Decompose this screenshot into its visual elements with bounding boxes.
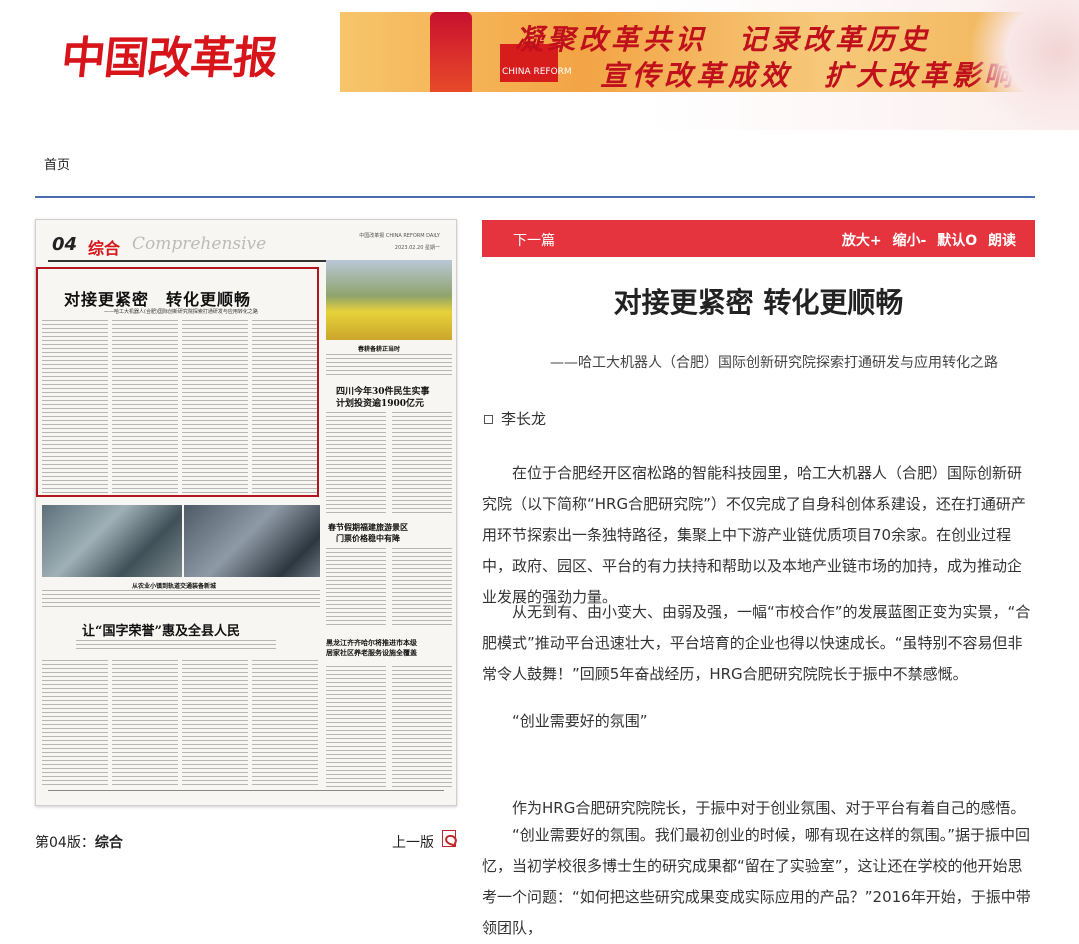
paper-photo-factory-1 bbox=[42, 505, 182, 577]
article-paragraph: “创业需要好的氛围。我们最初创业的时候，哪有现在这样的氛围。”据于振中回忆，当初… bbox=[482, 826, 1031, 937]
pdf-icon[interactable] bbox=[442, 830, 456, 847]
nav-home-link[interactable]: 首页 bbox=[44, 154, 70, 173]
article-subheading: “创业需要好的氛围” bbox=[512, 712, 648, 730]
edition-prefix: 第04版： bbox=[35, 835, 95, 851]
paper-photo-caption-2: 从农业小镇到轨道交通装备新城 bbox=[132, 583, 217, 590]
paper-headline-4: 春节假期福建旅游景区 bbox=[328, 522, 408, 532]
paper-masthead: 中国改革报 CHINA REFORM DAILY bbox=[359, 233, 440, 239]
paper-headline-5: 黑龙江齐齐哈尔将推进市本级 bbox=[326, 638, 417, 647]
paper-text-column bbox=[326, 666, 386, 788]
paper-text-column bbox=[42, 660, 108, 788]
paper-text-column bbox=[182, 660, 248, 788]
default-size-button[interactable]: 默认O bbox=[937, 233, 977, 249]
paper-text-column bbox=[112, 660, 178, 788]
site-logo[interactable]: 中国改革报 bbox=[59, 22, 281, 86]
paper-text-column bbox=[392, 666, 452, 788]
selected-article-highlight[interactable] bbox=[36, 267, 319, 497]
reading-tools: 放大+ 缩小- 默认O 朗读 bbox=[836, 230, 1016, 250]
article-title: 对接更紧密 转化更顺畅 bbox=[613, 286, 904, 319]
edition-label: 第04版：综合 bbox=[35, 832, 123, 852]
paper-text-column bbox=[392, 548, 452, 628]
article-paragraph: 从无到有、由小变大、由弱及强，一幅“市校合作”的发展蓝图正变为实景，“合肥模式”… bbox=[482, 603, 1031, 683]
nav-divider bbox=[35, 196, 1035, 198]
paper-text-column bbox=[252, 660, 318, 788]
zoom-in-button[interactable]: 放大+ bbox=[842, 233, 882, 249]
paper-text-column bbox=[76, 640, 276, 650]
article-paragraph: 在位于合肥经开区宿松路的智能科技园里，哈工大机器人（合肥）国际创新研究院（以下简… bbox=[482, 464, 1026, 606]
paper-page-number: 04 bbox=[52, 234, 78, 255]
paper-section-en: Comprehensive bbox=[132, 234, 267, 254]
paper-footer bbox=[48, 790, 444, 799]
header-banner: CHINA REFORM 凝聚改革共识 记录改革历史 宣传改革成效 扩大改革影响 bbox=[340, 12, 1035, 92]
paper-photo-factory-2 bbox=[184, 505, 320, 577]
article-subtitle: ——哈工大机器人（合肥）国际创新研究院探索打通研发与应用转化之路 bbox=[550, 355, 998, 371]
banner-pillar-graphic bbox=[430, 12, 472, 92]
banner-slogan-1: 凝聚改革共识 记录改革历史 bbox=[515, 23, 932, 56]
paper-text-column bbox=[392, 412, 452, 514]
site-header: 中国改革报 CHINA REFORM 凝聚改革共识 记录改革历史 宣传改革成效 … bbox=[0, 0, 1079, 130]
paper-photo-caption-1: 春耕备耕正当时 bbox=[358, 346, 401, 353]
paper-headline-2b: 计划投资逾1900亿元 bbox=[336, 399, 425, 409]
article-toolbar: 下一篇 放大+ 缩小- 默认O 朗读 bbox=[482, 220, 1035, 257]
edition-name: 综合 bbox=[94, 835, 123, 851]
paper-headline-3: 让“国字荣誉”惠及全县人民 bbox=[82, 624, 240, 639]
author-name: 李长龙 bbox=[501, 410, 547, 428]
paper-text-column bbox=[42, 590, 320, 608]
next-article-link[interactable]: 下一篇 bbox=[513, 230, 555, 250]
paper-text-column bbox=[326, 412, 386, 514]
author-bullet-icon bbox=[484, 415, 493, 424]
paper-page-header: 04 综合 Comprehensive 中国改革报 CHINA REFORM D… bbox=[48, 228, 444, 262]
zoom-out-button[interactable]: 缩小- bbox=[893, 233, 927, 249]
article-author: 李长龙 bbox=[484, 408, 546, 429]
paper-headline-4b: 门票价格稳中有降 bbox=[336, 533, 400, 543]
read-aloud-button[interactable]: 朗读 bbox=[988, 233, 1016, 249]
paper-text-column bbox=[326, 354, 452, 376]
banner-flag-text: CHINA REFORM bbox=[502, 67, 572, 77]
paper-photo-spring-farming bbox=[326, 260, 452, 340]
prev-page-link[interactable]: 上一版 bbox=[392, 832, 434, 852]
paper-headline-5b: 居家社区养老服务设施全覆盖 bbox=[326, 648, 417, 657]
paper-date: 2023.02.20 星期一 bbox=[394, 245, 440, 251]
header-decoration bbox=[959, 0, 1079, 130]
banner-slogan-2: 宣传改革成效 扩大改革影响 bbox=[600, 59, 1017, 92]
paper-text-column bbox=[326, 548, 386, 628]
paper-section-name: 综合 bbox=[88, 239, 121, 258]
